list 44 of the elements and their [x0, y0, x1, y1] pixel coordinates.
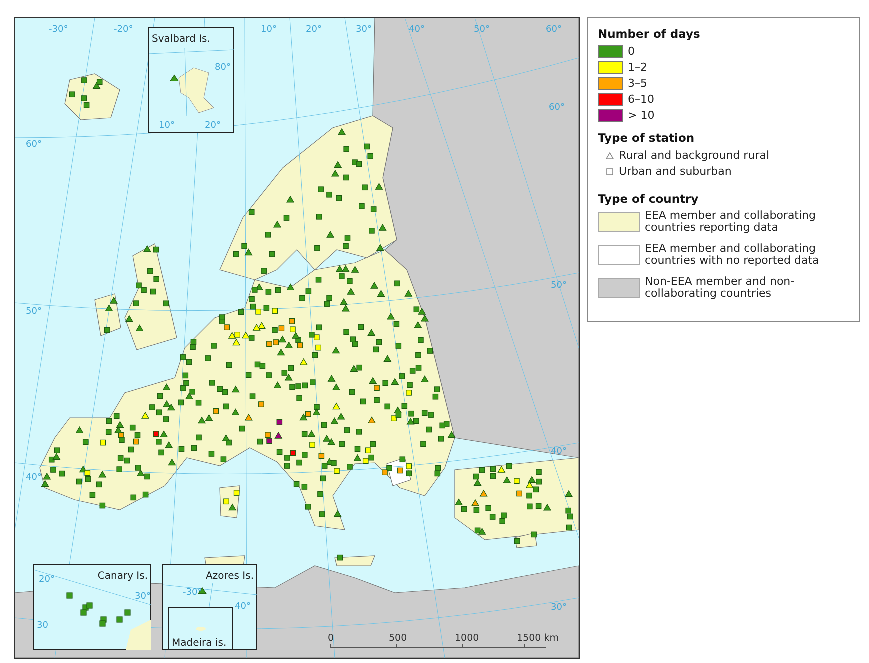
graticule-label: 50°: [26, 307, 42, 317]
scale-label: 0: [328, 633, 334, 644]
graticule-label: 30°: [135, 592, 151, 602]
scale-label: 1000: [455, 633, 480, 644]
scale-label: 1500 km: [517, 633, 559, 644]
graticule-label: 50°: [551, 281, 567, 291]
graticule-label: -20°: [114, 25, 134, 35]
graticule-label: 60°: [546, 25, 562, 35]
graticule-label: 60°: [26, 140, 42, 150]
legend-label: 3–5: [628, 77, 648, 90]
graticule-label: 50°: [474, 25, 490, 35]
scale-label: 500: [389, 633, 408, 644]
legend-label: Rural and background rural: [619, 149, 770, 162]
graticule-label: 10°: [261, 25, 277, 35]
graticule-label: 30°: [356, 25, 372, 35]
legend-label: > 10: [628, 109, 655, 122]
legend-heading: Number of days: [598, 27, 702, 41]
graticule-label: -30°: [183, 588, 202, 598]
graticule-label: 40°: [409, 25, 425, 35]
legend-label: 6–10: [628, 93, 654, 106]
legend-heading: Type of country: [598, 192, 700, 206]
graticule-label: 40°: [235, 602, 251, 612]
graticule-label: 40°: [26, 473, 42, 483]
graticule-label: 20°: [306, 25, 322, 35]
legend-label: EEA member and collaborating countries reporting data: [645, 210, 818, 234]
legend-heading: Type of station: [598, 131, 696, 145]
graticule-label: 30: [37, 621, 48, 631]
legend-label: 0: [628, 45, 635, 58]
inset-title: Svalbard Is.: [152, 34, 210, 45]
graticule-label: 30°: [551, 603, 567, 613]
legend-label: Non-EEA member and non-collaborating countries: [645, 276, 796, 300]
legend-label: 1–2: [628, 61, 648, 74]
graticule-label: 10°: [159, 121, 175, 131]
graticule-label: -30°: [49, 25, 68, 35]
graticule-label: 80°: [215, 63, 231, 73]
inset-title: Madeira is.: [172, 638, 227, 649]
inset-title: Canary Is.: [98, 571, 148, 582]
graticule-label: 20°: [205, 121, 221, 131]
legend-label: EEA member and collaborating countries with no reported data: [645, 243, 820, 266]
legend-label: Urban and suburban: [619, 165, 732, 178]
inset-title: Azores Is.: [206, 571, 254, 582]
graticule-label: 20°: [39, 575, 55, 585]
graticule-label: 60°: [549, 103, 565, 113]
graticule-label: 40°: [551, 447, 567, 457]
